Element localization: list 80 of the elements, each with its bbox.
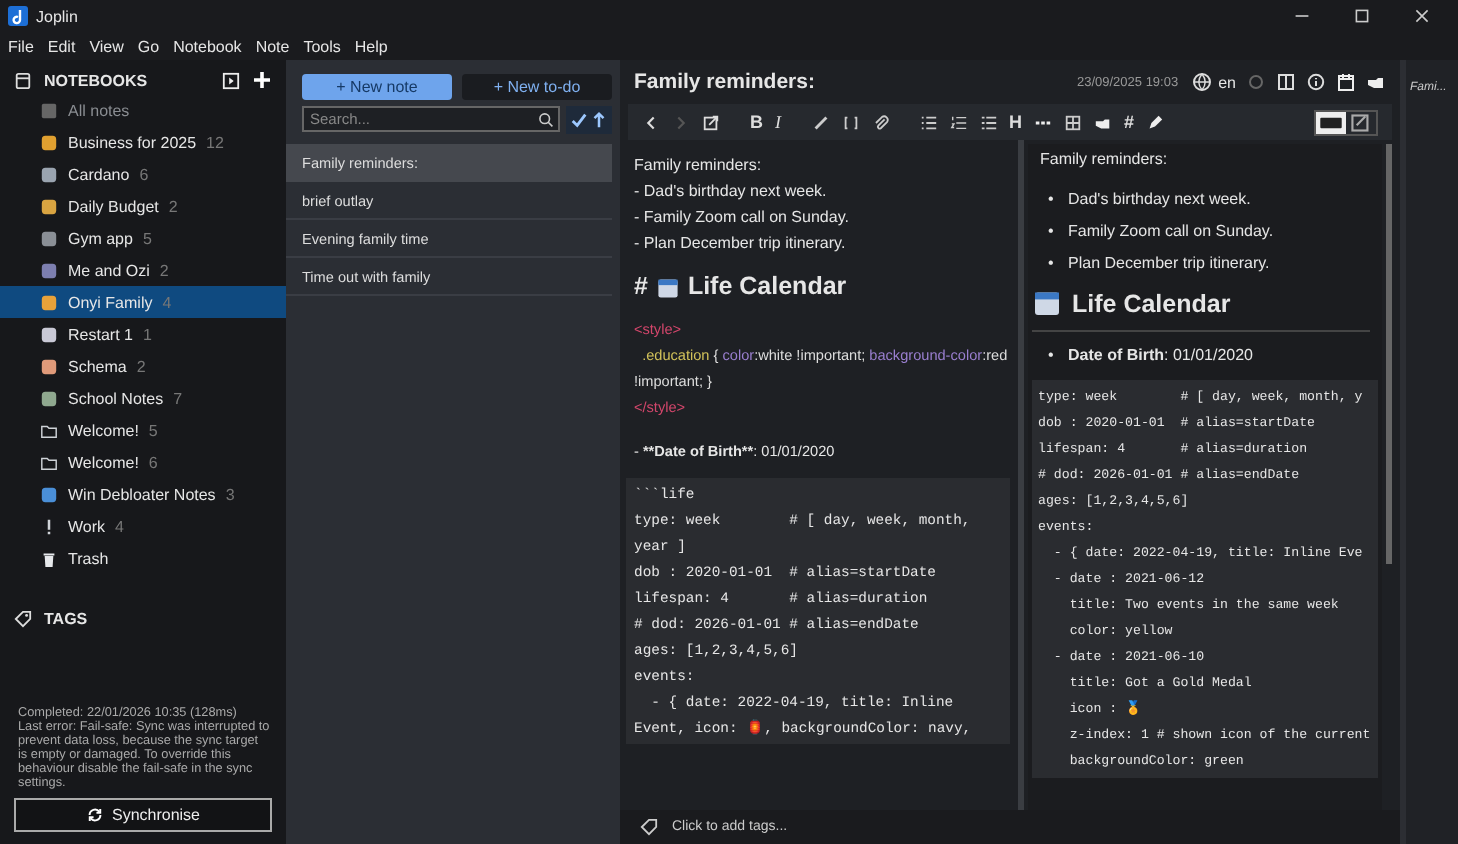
markdown-line: - Family Zoom call on Sunday. bbox=[634, 206, 851, 230]
pen-icon[interactable] bbox=[1146, 113, 1165, 131]
notebook-icon bbox=[14, 71, 32, 89]
sidebar-item[interactable]: Gym app 5 bbox=[0, 222, 286, 254]
synchronise-button[interactable]: Synchronise bbox=[14, 798, 272, 832]
info-icon[interactable] bbox=[1306, 72, 1326, 92]
menu-item[interactable]: View bbox=[89, 37, 124, 55]
sidebar-item[interactable]: Onyi Family 4 bbox=[0, 286, 286, 318]
back-icon[interactable] bbox=[642, 113, 660, 131]
sidebar-item[interactable]: Welcome! 5 bbox=[0, 414, 286, 446]
globe-icon[interactable] bbox=[1192, 72, 1213, 92]
all-notes-item[interactable]: All notes bbox=[68, 102, 130, 120]
checklist-icon[interactable] bbox=[979, 113, 997, 131]
section-heading: NOTEBOOKS bbox=[44, 71, 148, 89]
menu-item[interactable]: Note bbox=[255, 37, 290, 55]
tag-button[interactable]: # bbox=[1124, 112, 1135, 132]
window-title: Joplin bbox=[36, 7, 78, 25]
new-note-button[interactable]: + New note bbox=[302, 74, 452, 100]
note-title: Family reminders: bbox=[634, 70, 815, 94]
bullet-marker: • bbox=[1048, 344, 1056, 368]
new-todo-button[interactable]: + New to-do bbox=[462, 74, 612, 100]
numbered-list-icon[interactable] bbox=[949, 113, 967, 131]
markdown-line: - Dad's birthday next week. bbox=[634, 180, 829, 204]
calendar-icon bbox=[1032, 288, 1062, 318]
bullet-marker: • bbox=[1048, 252, 1056, 276]
attach-icon[interactable] bbox=[871, 113, 889, 131]
heading-mark: # bbox=[634, 274, 648, 300]
heading-button[interactable]: H bbox=[1009, 112, 1022, 132]
circle-icon[interactable] bbox=[1246, 72, 1266, 92]
calendar-icon[interactable] bbox=[1336, 72, 1356, 92]
notes-icon bbox=[40, 102, 58, 120]
tag-icon bbox=[640, 818, 658, 836]
list-item: Dad's birthday next week. bbox=[1068, 190, 1251, 208]
preview-text: Family reminders: bbox=[1040, 150, 1170, 168]
app-logo-icon bbox=[8, 6, 28, 26]
sidebar-item[interactable]: Cardano 6 bbox=[0, 158, 286, 190]
bullet-marker: • bbox=[1048, 188, 1056, 212]
layout-icon[interactable] bbox=[1276, 72, 1296, 92]
sidebar-item[interactable]: Schema 2 bbox=[0, 350, 286, 382]
collapse-icon[interactable] bbox=[222, 71, 240, 89]
sidebar-item[interactable]: Daily Budget 2 bbox=[0, 190, 286, 222]
sidebar-item[interactable]: School Notes 7 bbox=[0, 382, 286, 414]
menu-item[interactable]: Edit bbox=[47, 37, 76, 55]
list-item: Family Zoom call on Sunday. bbox=[1068, 222, 1274, 240]
language-label[interactable]: en bbox=[1218, 73, 1236, 91]
search-icon[interactable] bbox=[538, 111, 554, 127]
table-icon[interactable] bbox=[1064, 113, 1082, 131]
sidebar-item[interactable]: Me and Ozi 2 bbox=[0, 254, 286, 286]
markdown-line: - Plan December trip itinerary. bbox=[634, 232, 848, 256]
menu-item[interactable]: Tools bbox=[303, 37, 341, 55]
toggle-buttons[interactable] bbox=[566, 106, 612, 134]
heading-text: Life Calendar bbox=[1072, 289, 1231, 317]
maximize-icon[interactable] bbox=[1354, 8, 1370, 24]
tag-icon bbox=[14, 610, 32, 628]
sidebar-item[interactable]: Win Debloater Notes 3 bbox=[0, 478, 286, 510]
code-icon[interactable] bbox=[841, 113, 859, 131]
list-item: Date of Birth: 01/01/2020 bbox=[1068, 346, 1253, 364]
sidebar-item[interactable]: Work 4 bbox=[0, 510, 286, 542]
sync-icon bbox=[85, 806, 104, 824]
sidebar-item[interactable]: Welcome! 6 bbox=[0, 446, 286, 478]
external-icon[interactable] bbox=[702, 113, 720, 131]
menu-item[interactable]: Go bbox=[137, 37, 160, 55]
section-heading: TAGS bbox=[44, 610, 88, 628]
sidebar-item[interactable]: Trash bbox=[0, 542, 286, 574]
sidebar-item[interactable]: Restart 1 1 bbox=[0, 318, 286, 350]
list-item: Plan December trip itinerary. bbox=[1068, 254, 1270, 272]
calendar-icon bbox=[655, 275, 680, 299]
split-view-icon[interactable] bbox=[1316, 111, 1346, 133]
italic-button[interactable]: I bbox=[775, 112, 781, 132]
add-icon[interactable] bbox=[252, 70, 272, 90]
sidebar-item[interactable]: Business for 2025 12 bbox=[0, 126, 286, 158]
menu-item[interactable]: Notebook bbox=[173, 37, 242, 55]
bold-button[interactable]: B bbox=[750, 112, 763, 132]
markdown-line: Family reminders: bbox=[634, 154, 764, 178]
close-icon[interactable] bbox=[1414, 8, 1430, 24]
bullet-list-icon[interactable] bbox=[919, 113, 937, 131]
heading-text: Life Calendar bbox=[687, 274, 847, 300]
bullet-marker: • bbox=[1048, 220, 1056, 244]
menu-item[interactable]: File bbox=[8, 37, 34, 55]
menu-item[interactable]: Help bbox=[354, 37, 388, 55]
